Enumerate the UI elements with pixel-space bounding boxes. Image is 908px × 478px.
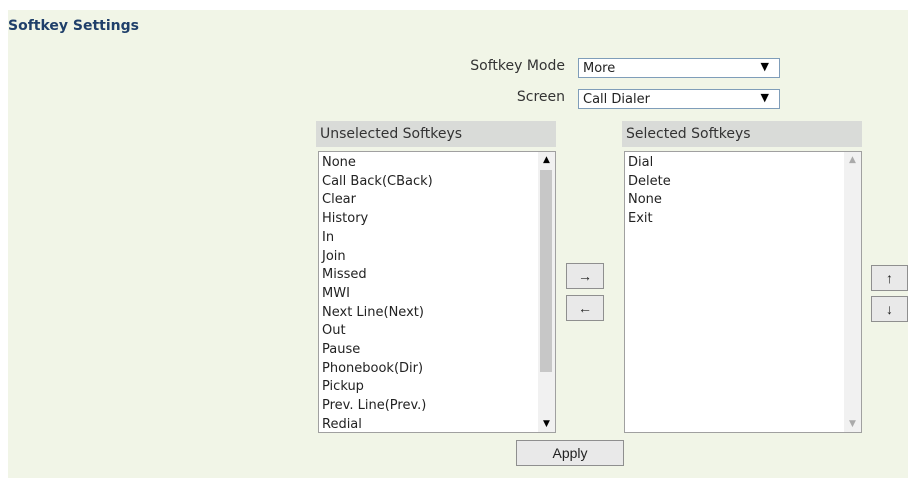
move-right-button[interactable]: → [566, 263, 604, 289]
list-item[interactable]: Pause [322, 341, 433, 360]
list-item[interactable]: Exit [628, 210, 671, 229]
unselected-softkeys-items: None Call Back(CBack) Clear History In Join Mi… [322, 154, 433, 432]
selected-softkeys-items: Dial Delete None Exit [628, 154, 671, 229]
list-item[interactable]: Pickup [322, 378, 433, 397]
list-item[interactable]: Phonebook(Dir) [322, 360, 433, 379]
move-down-button[interactable]: ↓ [871, 296, 908, 322]
chevron-down-icon: ▼ [760, 60, 769, 73]
list-item[interactable]: None [628, 191, 671, 210]
selected-scrollbar[interactable]: ▲ ▼ [844, 152, 861, 432]
list-item[interactable]: Out [322, 322, 433, 341]
list-item[interactable]: Next Line(Next) [322, 304, 433, 323]
screen-select[interactable]: Call Dialer ▼ [578, 89, 780, 109]
section-title: Softkey Settings [8, 18, 139, 34]
list-item[interactable]: History [322, 210, 433, 229]
softkey-mode-label: Softkey Mode [470, 58, 565, 74]
list-item[interactable]: In [322, 229, 433, 248]
selected-softkeys-header: Selected Softkeys [622, 121, 862, 147]
screen-label: Screen [516, 89, 565, 105]
list-item[interactable]: MWI [322, 285, 433, 304]
list-item[interactable]: Redial [322, 416, 433, 432]
scroll-up-icon[interactable]: ▲ [844, 152, 861, 168]
move-up-button[interactable]: ↑ [871, 265, 908, 291]
scroll-down-icon[interactable]: ▼ [538, 416, 555, 432]
screen-value: Call Dialer [583, 92, 650, 107]
softkey-mode-value: More [583, 61, 616, 76]
list-item[interactable]: Dial [628, 154, 671, 173]
list-item[interactable]: None [322, 154, 433, 173]
scroll-up-icon[interactable]: ▲ [538, 152, 555, 168]
move-left-button[interactable]: ← [566, 295, 604, 321]
softkey-mode-select[interactable]: More ▼ [578, 58, 780, 78]
scroll-thumb[interactable] [540, 170, 552, 372]
list-item[interactable]: Delete [628, 173, 671, 192]
unselected-softkeys-list[interactable]: None Call Back(CBack) Clear History In Join Mi… [318, 151, 556, 433]
list-item[interactable]: Prev. Line(Prev.) [322, 397, 433, 416]
list-item[interactable]: Clear [322, 191, 433, 210]
apply-button[interactable]: Apply [516, 440, 624, 466]
unselected-softkeys-header: Unselected Softkeys [316, 121, 556, 147]
selected-softkeys-list[interactable]: Dial Delete None Exit ▲ ▼ [624, 151, 862, 433]
list-item[interactable]: Missed [322, 266, 433, 285]
list-item[interactable]: Call Back(CBack) [322, 173, 433, 192]
chevron-down-icon: ▼ [760, 91, 769, 104]
list-item[interactable]: Join [322, 248, 433, 267]
scroll-down-icon[interactable]: ▼ [844, 416, 861, 432]
unselected-scrollbar[interactable]: ▲ ▼ [538, 152, 555, 432]
